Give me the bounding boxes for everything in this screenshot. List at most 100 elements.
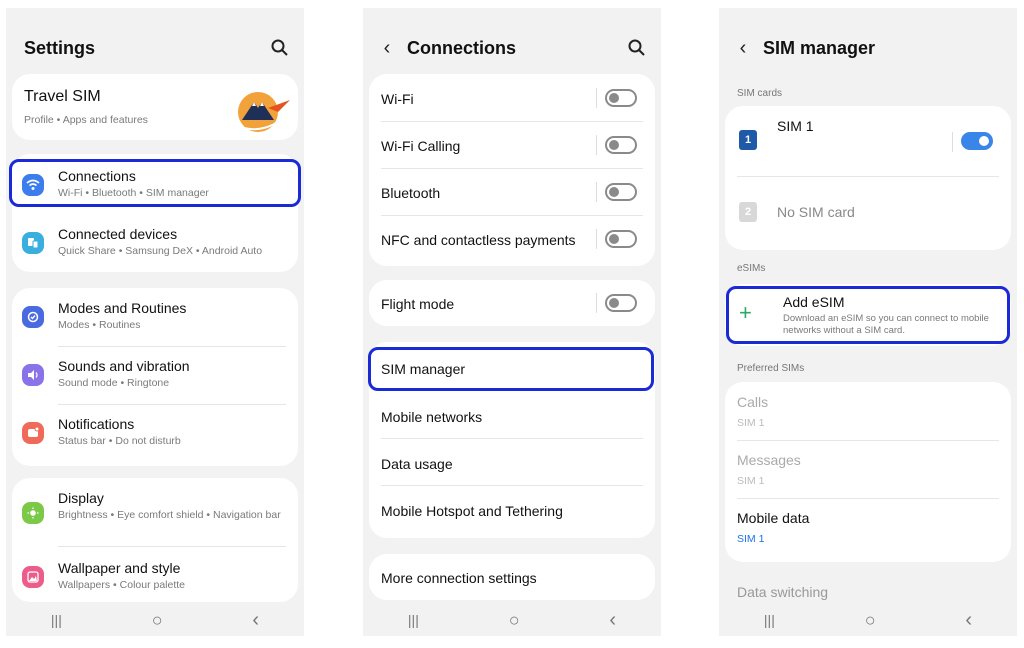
sounds-label: Sounds and vibration [58, 358, 190, 374]
modes-sub: Modes • Routines [58, 319, 141, 331]
wifi-calling-row[interactable]: Wi-Fi Calling [369, 127, 655, 163]
nfc-label: NFC and contactless payments [381, 232, 576, 248]
nav-bar: ||| ○ ‹ [363, 604, 661, 636]
back-button[interactable]: ‹ [609, 609, 616, 632]
mobile-data-value: SIM 1 [737, 533, 765, 545]
settings-header: Settings [6, 32, 304, 64]
page-title: Connections [407, 37, 517, 58]
notifications-label: Notifications [58, 416, 135, 432]
preferred-group: Calls SIM 1 Messages SIM 1 Mobile data S… [725, 382, 1011, 562]
wallpaper-icon [22, 566, 44, 588]
nfc-row[interactable]: NFC and contactless payments [369, 221, 655, 257]
divider [58, 546, 286, 547]
settings-item-wallpaper[interactable]: Wallpaper and style Wallpapers • Colour … [12, 560, 298, 600]
messages-row: Messages SIM 1 [725, 448, 1011, 492]
wifi-calling-toggle[interactable] [605, 136, 637, 154]
data-usage-item[interactable]: Data usage [369, 445, 655, 481]
divider [596, 182, 597, 202]
nfc-toggle[interactable] [605, 230, 637, 248]
display-label: Display [58, 490, 104, 506]
sim1-row[interactable]: 1 SIM 1 [725, 114, 1011, 166]
calls-label: Calls [737, 394, 769, 410]
calls-value: SIM 1 [737, 417, 765, 429]
bluetooth-row[interactable]: Bluetooth [369, 174, 655, 210]
back-arrow-icon[interactable]: ‹ [373, 37, 401, 60]
settings-item-notifications[interactable]: Notifications Status bar • Do not distur… [12, 416, 298, 456]
mobile-networks-label: Mobile networks [381, 409, 483, 425]
profile-card[interactable]: Travel SIM Profile • Apps and features [12, 74, 298, 140]
sim1-toggle[interactable] [961, 132, 993, 150]
wifi-calling-label: Wi-Fi Calling [381, 138, 461, 154]
sim1-icon: 1 [739, 130, 757, 150]
hotspot-label: Mobile Hotspot and Tethering [381, 503, 563, 519]
profile-name: Travel SIM [24, 88, 101, 105]
notifications-sub: Status bar • Do not disturb [58, 435, 181, 447]
sim-manager-header: ‹ SIM manager [719, 32, 1017, 64]
divider [381, 485, 643, 486]
bluetooth-toggle[interactable] [605, 183, 637, 201]
nav-bar: ||| ○ ‹ [6, 604, 304, 636]
connected-devices-icon [22, 232, 44, 254]
divider [596, 88, 597, 108]
sim2-row: 2 No SIM card [725, 194, 1011, 234]
divider [596, 135, 597, 155]
divider [381, 438, 643, 439]
preferred-sims-section-label: Preferred SIMs [737, 363, 805, 374]
messages-label: Messages [737, 452, 801, 468]
sound-icon [22, 364, 44, 386]
home-button[interactable]: ○ [865, 610, 876, 631]
search-icon[interactable] [627, 38, 647, 58]
mobile-networks-item[interactable]: Mobile networks [369, 398, 655, 434]
connections-header: ‹ Connections [363, 32, 661, 64]
settings-screen: Settings Travel SIM Profile • Apps and f… [6, 8, 304, 636]
sim-cards-group: 1 SIM 1 2 No SIM card [725, 106, 1011, 250]
sim-manager-screen: ‹ SIM manager SIM cards 1 SIM 1 2 No SIM… [719, 8, 1017, 636]
back-button[interactable]: ‹ [965, 609, 972, 632]
divider [381, 215, 643, 216]
esims-section-label: eSIMs [737, 263, 766, 274]
nav-bar: ||| ○ ‹ [719, 604, 1017, 636]
wifi-row[interactable]: Wi-Fi [369, 80, 655, 116]
back-button[interactable]: ‹ [252, 609, 259, 632]
wallpaper-label: Wallpaper and style [58, 560, 181, 576]
connections-highlight [9, 159, 301, 207]
recents-button[interactable]: ||| [764, 612, 775, 628]
settings-item-connected-devices[interactable]: Connected devices Quick Share • Samsung … [12, 226, 298, 266]
more-connection-settings-label: More connection settings [381, 570, 537, 586]
connected-devices-label: Connected devices [58, 226, 178, 242]
sim-cards-section-label: SIM cards [737, 88, 783, 99]
back-arrow-icon[interactable]: ‹ [729, 37, 757, 60]
profile-sub: Profile • Apps and features [24, 114, 148, 126]
flight-mode-group: Flight mode [369, 280, 655, 326]
connections-screen: ‹ Connections Wi-Fi Wi-Fi Calling Blueto… [363, 8, 661, 636]
recents-button[interactable]: ||| [51, 612, 62, 628]
wifi-toggle[interactable] [605, 89, 637, 107]
sim2-icon: 2 [739, 202, 757, 222]
divider [737, 176, 999, 177]
notifications-icon [22, 422, 44, 444]
more-connection-settings-item[interactable]: More connection settings [369, 559, 655, 595]
search-icon[interactable] [270, 38, 290, 58]
flight-mode-row[interactable]: Flight mode [369, 285, 655, 321]
home-button[interactable]: ○ [152, 610, 163, 631]
divider [58, 346, 286, 347]
flight-mode-toggle[interactable] [605, 294, 637, 312]
mobile-data-row[interactable]: Mobile data SIM 1 [725, 506, 1011, 550]
divider [381, 121, 643, 122]
hotspot-item[interactable]: Mobile Hotspot and Tethering [369, 492, 655, 528]
recents-button[interactable]: ||| [408, 612, 419, 628]
divider [596, 229, 597, 249]
data-switching-label: Data switching [737, 584, 829, 600]
settings-item-display[interactable]: Display Brightness • Eye comfort shield … [12, 490, 298, 540]
sim-manager-highlight [368, 347, 654, 391]
more-group: More connection settings [369, 554, 655, 600]
divider [58, 404, 286, 405]
data-switching-row: Data switching [719, 576, 1017, 606]
home-button[interactable]: ○ [509, 610, 520, 631]
page-title: SIM manager [763, 37, 876, 58]
data-usage-label: Data usage [381, 456, 453, 472]
settings-item-modes[interactable]: Modes and Routines Modes • Routines [12, 300, 298, 340]
divider [596, 293, 597, 313]
wallpaper-sub: Wallpapers • Colour palette [58, 579, 186, 591]
settings-item-sounds[interactable]: Sounds and vibration Sound mode • Ringto… [12, 358, 298, 398]
